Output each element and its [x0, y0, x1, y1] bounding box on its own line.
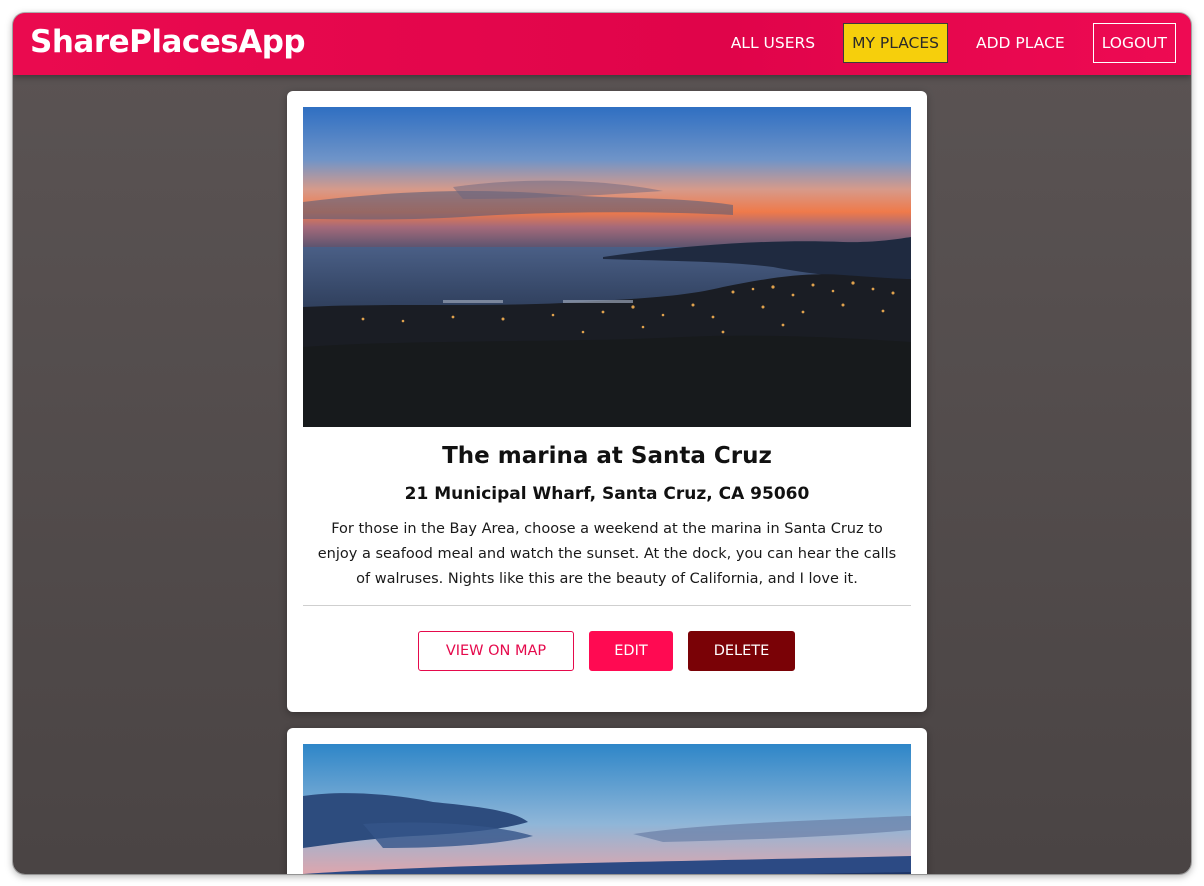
- place-address: 21 Municipal Wharf, Santa Cruz, CA 95060: [404, 484, 810, 504]
- place-card: [287, 728, 927, 874]
- place-image: [303, 107, 911, 427]
- card-divider: [303, 605, 911, 606]
- nav-my-places[interactable]: MY PLACES: [843, 23, 948, 63]
- main-nav: ALL USERS MY PLACES ADD PLACE LOGOUT: [703, 23, 1176, 63]
- edit-button[interactable]: EDIT: [589, 631, 673, 671]
- nav-all-users[interactable]: ALL USERS: [723, 23, 823, 63]
- main-header: SharePlacesApp ALL USERS MY PLACES ADD P…: [13, 13, 1191, 75]
- nav-add-place[interactable]: ADD PLACE: [968, 23, 1073, 63]
- place-image: [303, 744, 911, 874]
- view-on-map-button[interactable]: VIEW ON MAP: [418, 631, 574, 671]
- logout-button[interactable]: LOGOUT: [1092, 23, 1176, 63]
- delete-button[interactable]: DELETE: [688, 631, 795, 671]
- place-description: For those in the Bay Area, choose a week…: [317, 521, 897, 587]
- place-card: The marina at Santa Cruz 21 Municipal Wh…: [287, 91, 927, 712]
- brand-logo[interactable]: SharePlacesApp: [30, 24, 306, 60]
- app-window: SharePlacesApp ALL USERS MY PLACES ADD P…: [13, 13, 1191, 874]
- place-title: The marina at Santa Cruz: [442, 443, 772, 469]
